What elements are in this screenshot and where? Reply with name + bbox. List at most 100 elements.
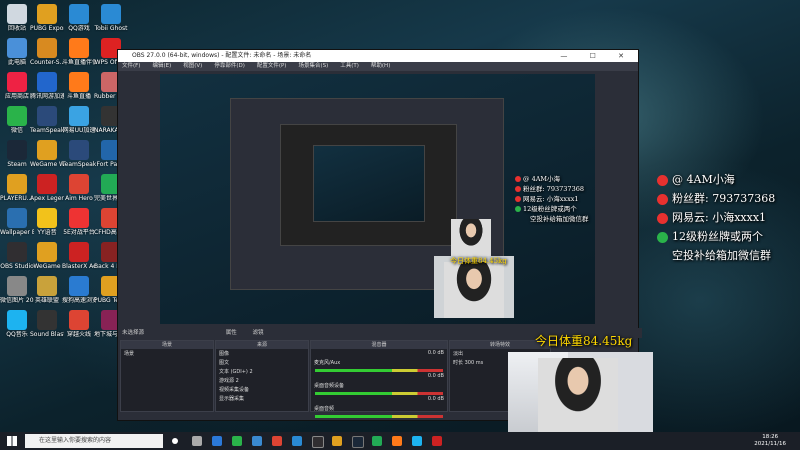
desktop-icon[interactable]: 应用商店 (0, 72, 34, 100)
app-icon (69, 140, 89, 160)
source-item[interactable]: 图像 (216, 349, 308, 358)
overlay-text: @ 4AM小海 (523, 175, 561, 183)
menu-item[interactable]: 视图(V) (183, 63, 202, 69)
menu-item[interactable]: 场景集合(S) (298, 63, 328, 69)
desktop-icon[interactable]: WeGame WeGame版 (30, 140, 64, 168)
desktop-icon[interactable]: 穿越火线 (62, 310, 96, 338)
desktop-icon[interactable]: 此电脑 (0, 38, 34, 66)
desktop-icon[interactable]: Aim Hero (62, 174, 96, 202)
app-icon-5[interactable] (392, 436, 402, 446)
window-controls[interactable]: — ☐ ✕ (560, 50, 634, 62)
desktop-icon[interactable]: 斗鱼直播 (62, 72, 96, 100)
mixer-panel[interactable]: 混音器 麦克风/Aux 0.0 dB 桌面音频设备 0.0 dB 桌面音频 0.0 dB (310, 340, 448, 418)
desktop-icon-label: Tobii Ghost (94, 25, 128, 32)
folder-icon[interactable] (252, 436, 262, 446)
preview-webcam-person (444, 262, 504, 318)
scene-item[interactable]: 场景 (121, 349, 213, 358)
source-item[interactable]: 视频采集设备 (216, 385, 308, 394)
menu-item[interactable]: 帮助(H) (371, 63, 390, 69)
overlay-text: 粉丝群: 793737368 (672, 192, 776, 205)
overlay-text: 12级粉丝牌或两个 (672, 230, 763, 243)
desktop-icon[interactable]: Tobii Ghost (94, 4, 128, 32)
weibo-icon (657, 174, 668, 186)
desktop-icon[interactable]: 搜狗高速浏览器 (62, 276, 96, 304)
app-icon-3[interactable] (332, 436, 342, 446)
windows-start-icon[interactable] (7, 436, 17, 446)
desktop-icon[interactable]: 微信 (0, 106, 34, 134)
desktop-icon[interactable]: BlasterX Acoustic... (62, 242, 96, 270)
filters-button[interactable]: 滤镜 (253, 330, 264, 336)
menu-item[interactable]: 停靠部件(D) (214, 63, 245, 69)
desktop-icon[interactable]: TeamSpeak (62, 140, 96, 168)
app-icon (69, 4, 89, 24)
source-item[interactable]: 文本 (GDI+) 2 (216, 367, 308, 376)
app-icon-1[interactable] (272, 436, 282, 446)
wechat-icon (515, 206, 521, 212)
mixer-channel[interactable]: 麦克风/Aux 0.0 dB (311, 349, 447, 372)
menu-item[interactable]: 工具(T) (340, 63, 359, 69)
wechat-icon[interactable] (232, 436, 242, 446)
desktop-icon[interactable]: 回收站 (0, 4, 34, 32)
cortana-icon[interactable] (172, 438, 178, 444)
app-icon (7, 38, 27, 58)
desktop-icon[interactable]: YY语音 (30, 208, 64, 236)
desktop-icon[interactable]: QQ音乐 (0, 310, 34, 338)
menu-item[interactable]: 配置文件(P) (257, 63, 287, 69)
desktop-icon[interactable]: 英雄联盟 (30, 276, 64, 304)
source-item[interactable]: 图文 (216, 358, 308, 367)
obs-taskbar-icon[interactable] (312, 436, 324, 448)
desktop-icon-label: 网易UU加速 (62, 127, 96, 134)
overlay-text: 空投补给箱加微信群 (672, 249, 771, 262)
task-view-icon[interactable] (192, 436, 202, 446)
desktop-icon-label: Aim Hero (65, 195, 93, 202)
sources-panel[interactable]: 来源 图像 图文 文本 (GDI+) 2 游戏源 2 视频采集设备 显示器采集 (215, 340, 309, 412)
desktop-icon-label: YY语音 (37, 229, 57, 236)
taskbar-search[interactable]: 在这里输入你要搜索的内容 (25, 434, 163, 448)
desktop-icon[interactable]: Steam (0, 140, 34, 168)
obs-titlebar[interactable]: OBS 27.0.0 (64-bit, windows) - 配置文件: 未命名… (118, 50, 638, 62)
desktop-icon[interactable]: TeamSpeak 3 (30, 106, 64, 134)
desktop-icon[interactable]: WeGame (30, 242, 64, 270)
steam-taskbar-icon[interactable] (352, 436, 364, 448)
menu-item[interactable]: 编辑(E) (152, 63, 171, 69)
system-tray[interactable] (660, 436, 730, 446)
obs-menubar[interactable]: 文件(F) 编辑(E) 视图(V) 停靠部件(D) 配置文件(P) 场景集合(S) 工具(T… (118, 62, 638, 71)
desktop-icon[interactable]: PUBG Export... (30, 4, 64, 32)
volume-meter[interactable] (315, 415, 443, 418)
desktop-icon-label: BlasterX Acoustic... (62, 263, 96, 270)
desktop-icon[interactable]: 微信图片 20210... (0, 276, 34, 304)
desktop-icon-label: QQ音乐 (6, 331, 28, 338)
desktop-icon-label: OBS Studio (0, 263, 34, 270)
app-icon-4[interactable] (372, 436, 382, 446)
source-item[interactable]: 游戏源 2 (216, 376, 308, 385)
desktop-icon[interactable]: 腾讯网游加速 (30, 72, 64, 100)
desktop-icon[interactable]: OBS Studio (0, 242, 34, 270)
scenes-panel[interactable]: 场景 场景 (120, 340, 214, 412)
mixer-channel[interactable]: 桌面音频 0.0 dB (311, 395, 447, 418)
desktop-icon[interactable]: Apex Legends (30, 174, 64, 202)
properties-button[interactable]: 属性 (226, 330, 237, 336)
clock[interactable]: 18:26 2021/11/16 (754, 434, 786, 448)
desktop-icon[interactable]: PLAYERU... BATTLEGR... (0, 174, 34, 202)
duration-value[interactable]: 300 ms (465, 360, 484, 366)
app-icon-7[interactable] (432, 436, 442, 446)
app-icon (37, 38, 57, 58)
desktop-icon[interactable]: 网易UU加速 (62, 106, 96, 134)
weibo-icon (657, 193, 668, 205)
menu-item[interactable]: 文件(F) (122, 63, 140, 69)
desktop-icon[interactable]: QQ游戏 (62, 4, 96, 32)
source-item[interactable]: 显示器采集 (216, 394, 308, 403)
desktop-icon[interactable]: Counter-S... Global Off... (30, 38, 64, 66)
app-icon-2[interactable] (292, 436, 302, 446)
app-icon-6[interactable] (412, 436, 422, 446)
duration-label: 时长 (453, 360, 464, 366)
desktop-icon[interactable]: 5E对战平台 (62, 208, 96, 236)
desktop-icon-label: Wallpaper Engine... (0, 229, 34, 236)
obs-preview[interactable]: @ 4AM小海 粉丝群: 793737368 网易云: 小海xxxx1 12级粉丝牌或… (160, 74, 595, 324)
desktop-icon[interactable]: Wallpaper Engine... (0, 208, 34, 236)
mixer-channel[interactable]: 桌面音频设备 0.0 dB (311, 372, 447, 395)
desktop-icon[interactable]: 斗鱼直播伴侣 (62, 38, 96, 66)
edge-icon[interactable] (212, 436, 222, 446)
weibo-icon (657, 212, 668, 224)
desktop-icon[interactable]: Sound Blaster... (30, 310, 64, 338)
